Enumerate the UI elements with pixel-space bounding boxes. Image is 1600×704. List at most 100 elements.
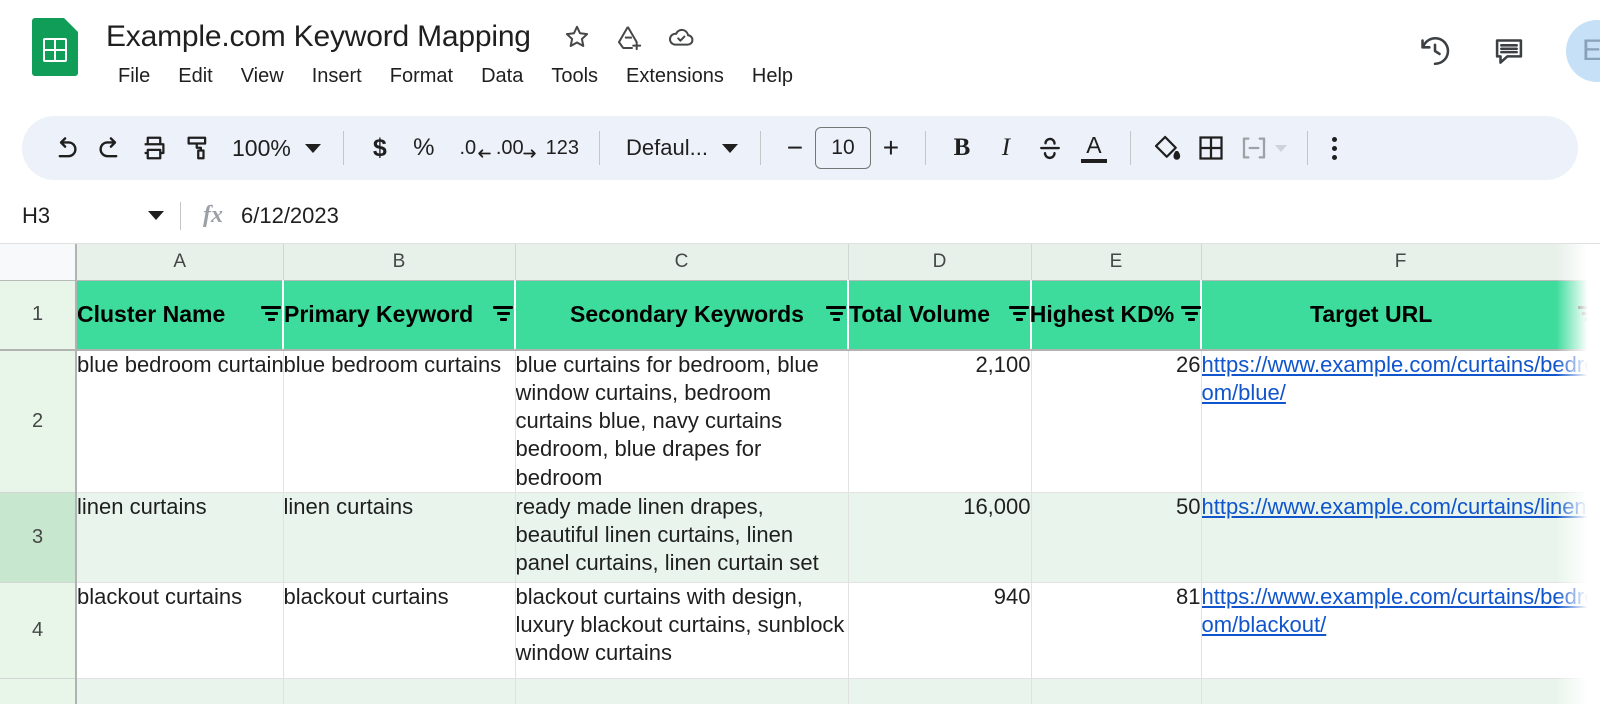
cell-a5[interactable] xyxy=(76,678,283,704)
cell-e2[interactable]: 26 xyxy=(1031,350,1201,492)
cell-d5[interactable] xyxy=(848,678,1031,704)
title-icon-group xyxy=(563,23,695,51)
target-url-link[interactable]: https://www.example.com/curtains/linen/ xyxy=(1202,494,1593,519)
cell-f5[interactable] xyxy=(1201,678,1600,704)
header-cell-secondary-keywords[interactable]: Secondary Keywords xyxy=(515,280,848,350)
undo-icon[interactable] xyxy=(44,126,88,170)
target-url-link[interactable]: https://www.example.com/curtains/bedroom… xyxy=(1202,352,1597,405)
column-header-d[interactable]: D xyxy=(848,244,1031,280)
header-cell-target-url[interactable]: Target URL xyxy=(1201,280,1600,350)
increase-font-size-button[interactable]: + xyxy=(871,134,911,162)
divider xyxy=(1307,131,1308,165)
merge-cells-icon[interactable] xyxy=(1233,126,1293,170)
strikethrough-icon[interactable] xyxy=(1028,126,1072,170)
filter-icon[interactable] xyxy=(260,306,282,324)
name-box[interactable]: H3 xyxy=(0,188,180,243)
cell-b3[interactable]: linen curtains xyxy=(283,492,515,582)
borders-icon[interactable] xyxy=(1189,126,1233,170)
header-cell-total-volume[interactable]: Total Volume xyxy=(848,280,1031,350)
menu-help[interactable]: Help xyxy=(738,62,807,91)
header-cell-cluster-name[interactable]: Cluster Name xyxy=(76,280,283,350)
menu-insert[interactable]: Insert xyxy=(298,62,376,91)
cell-f2[interactable]: https://www.example.com/curtains/bedroom… xyxy=(1201,350,1600,492)
divider xyxy=(925,131,926,165)
sheets-logo-icon[interactable] xyxy=(32,14,78,76)
target-url-link[interactable]: https://www.example.com/curtains/bedroom… xyxy=(1202,584,1597,637)
menu-view[interactable]: View xyxy=(227,62,298,91)
row-number-4[interactable]: 4 xyxy=(0,582,76,678)
filter-icon[interactable] xyxy=(1180,306,1202,324)
select-all-corner[interactable] xyxy=(0,244,76,280)
avatar[interactable]: E xyxy=(1566,20,1600,82)
sheet-table: A B C D E F 1 Cluster Name Primary Keywo… xyxy=(0,244,1600,704)
row-number-2[interactable]: 2 xyxy=(0,350,76,492)
filter-icon[interactable] xyxy=(1577,306,1599,324)
currency-format-button[interactable]: $ xyxy=(358,126,402,170)
fill-color-icon[interactable] xyxy=(1145,126,1189,170)
column-header-e[interactable]: E xyxy=(1031,244,1201,280)
row-number-partial[interactable] xyxy=(0,678,76,704)
add-shortcut-to-drive-icon[interactable] xyxy=(615,23,643,51)
column-header-b[interactable]: B xyxy=(283,244,515,280)
font-size-input[interactable]: 10 xyxy=(815,127,871,169)
document-title[interactable]: Example.com Keyword Mapping xyxy=(106,20,531,54)
bold-button[interactable]: B xyxy=(940,126,984,170)
filter-icon[interactable] xyxy=(825,306,847,324)
cloud-saved-icon[interactable] xyxy=(667,23,695,51)
print-icon[interactable] xyxy=(132,126,176,170)
cell-b5[interactable] xyxy=(283,678,515,704)
menu-edit[interactable]: Edit xyxy=(164,62,226,91)
font-family-selector[interactable]: Defaul... xyxy=(614,126,746,170)
row-number-3[interactable]: 3 xyxy=(0,492,76,582)
cell-e5[interactable] xyxy=(1031,678,1201,704)
cell-e4[interactable]: 81 xyxy=(1031,582,1201,678)
spreadsheet-grid[interactable]: A B C D E F 1 Cluster Name Primary Keywo… xyxy=(0,244,1600,704)
cell-a2[interactable]: blue bedroom curtains xyxy=(76,350,283,492)
increase-decimal-button[interactable]: .00 xyxy=(490,126,540,170)
zoom-selector[interactable]: 100% xyxy=(220,126,329,170)
text-color-label: A xyxy=(1086,134,1101,157)
menu-tools[interactable]: Tools xyxy=(537,62,612,91)
menu-data[interactable]: Data xyxy=(467,62,537,91)
more-formats-label: 123 xyxy=(546,137,579,160)
cell-c5[interactable] xyxy=(515,678,848,704)
cell-d4[interactable]: 940 xyxy=(848,582,1031,678)
menu-extensions[interactable]: Extensions xyxy=(612,62,738,91)
row-number-1[interactable]: 1 xyxy=(0,280,76,350)
version-history-icon[interactable] xyxy=(1418,34,1452,68)
column-header-f[interactable]: F xyxy=(1201,244,1600,280)
header-cell-primary-keyword[interactable]: Primary Keyword xyxy=(283,280,515,350)
cell-a4[interactable]: blackout curtains xyxy=(76,582,283,678)
italic-button[interactable]: I xyxy=(984,126,1028,170)
cell-f3[interactable]: https://www.example.com/curtains/linen/ xyxy=(1201,492,1600,582)
filter-icon[interactable] xyxy=(1008,306,1030,324)
formula-input[interactable]: 6/12/2023 xyxy=(241,203,339,229)
comment-icon[interactable] xyxy=(1492,34,1526,68)
cell-e3[interactable]: 50 xyxy=(1031,492,1201,582)
menu-file[interactable]: File xyxy=(104,62,164,91)
table-row: 2 blue bedroom curtains blue bedroom cur… xyxy=(0,350,1600,492)
cell-d2[interactable]: 2,100 xyxy=(848,350,1031,492)
cell-c3[interactable]: ready made linen drapes, beautiful linen… xyxy=(515,492,848,582)
text-color-icon[interactable]: A xyxy=(1072,126,1116,170)
cell-c2[interactable]: blue curtains for bedroom, blue window c… xyxy=(515,350,848,492)
cell-b4[interactable]: blackout curtains xyxy=(283,582,515,678)
decrease-font-size-button[interactable]: − xyxy=(775,134,815,162)
more-options-icon[interactable] xyxy=(1322,137,1347,160)
more-formats-button[interactable]: 123 xyxy=(540,126,585,170)
cell-b2[interactable]: blue bedroom curtains xyxy=(283,350,515,492)
filter-icon[interactable] xyxy=(492,306,514,324)
percent-format-button[interactable]: % xyxy=(402,126,446,170)
redo-icon[interactable] xyxy=(88,126,132,170)
cell-f4[interactable]: https://www.example.com/curtains/bedroom… xyxy=(1201,582,1600,678)
star-icon[interactable] xyxy=(563,23,591,51)
decrease-decimal-button[interactable]: .0 xyxy=(446,126,490,170)
cell-a3[interactable]: linen curtains xyxy=(76,492,283,582)
cell-d3[interactable]: 16,000 xyxy=(848,492,1031,582)
column-header-c[interactable]: C xyxy=(515,244,848,280)
menu-format[interactable]: Format xyxy=(376,62,467,91)
paint-format-icon[interactable] xyxy=(176,126,220,170)
cell-c4[interactable]: blackout curtains with design, luxury bl… xyxy=(515,582,848,678)
header-cell-highest-kd[interactable]: Highest KD% xyxy=(1031,280,1201,350)
column-header-a[interactable]: A xyxy=(76,244,283,280)
